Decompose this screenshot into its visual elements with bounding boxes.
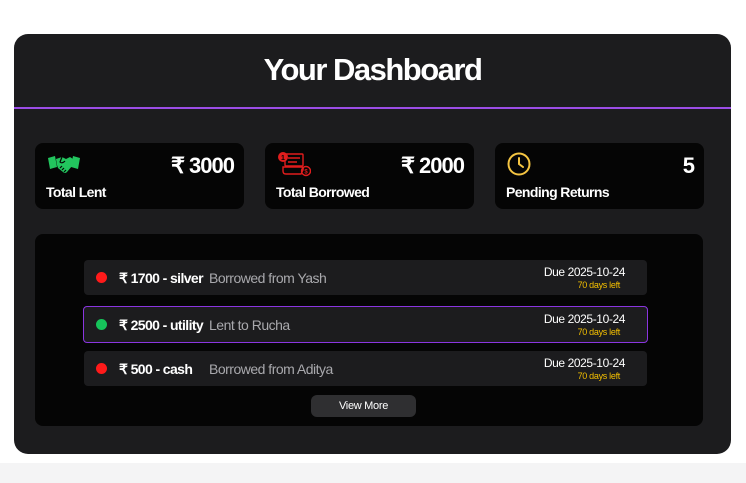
transaction-days-left: 70 days left [577,327,621,337]
pending-returns-label: Pending Returns [506,184,610,200]
page-title: Your Dashboard [263,51,483,87]
transactions-list: ₹ 1700 - silver Borrowed from Yash Due 2… [35,234,703,426]
total-lent-value: ₹ 3000 [170,153,235,178]
transaction-party: Borrowed from Yash [209,270,327,286]
status-dot [96,319,107,330]
view-more-button[interactable]: View More [311,395,416,417]
total-borrowed-value: ₹ 2000 [400,153,465,178]
dashboard-panel: Your Dashboard ₹ 3000 Total Lent 1 $ ₹ 2… [14,34,731,454]
status-dot [96,272,107,283]
total-borrowed-label: Total Borrowed [276,184,370,200]
page-footer-strip [0,463,746,483]
transaction-amount: ₹ 500 - cash [119,361,193,377]
stat-card-total-borrowed: 1 $ ₹ 2000 Total Borrowed [265,143,474,209]
svg-text:1: 1 [281,155,285,162]
stat-card-total-lent: ₹ 3000 Total Lent [35,143,244,209]
total-lent-label: Total Lent [46,184,106,200]
status-dot [96,363,107,374]
stat-card-pending-returns: 5 Pending Returns [495,143,704,209]
pending-returns-value: 5 [682,153,695,178]
transaction-days-left: 70 days left [577,371,621,381]
transaction-row[interactable]: ₹ 1700 - silver Borrowed from Yash Due 2… [84,260,647,295]
clock-icon [507,152,531,176]
handshake-icon [48,156,80,173]
transaction-amount: ₹ 2500 - utility [119,317,204,333]
dashboard-header: Your Dashboard [14,34,731,109]
transaction-due-date: Due 2025-10-24 [543,312,626,326]
transaction-party: Lent to Rucha [209,317,290,333]
transaction-row[interactable]: ₹ 2500 - utility Lent to Rucha Due 2025-… [83,306,648,343]
transaction-amount: ₹ 1700 - silver [119,270,204,286]
transaction-row[interactable]: ₹ 500 - cash Borrowed from Aditya Due 20… [84,351,647,386]
transaction-days-left: 70 days left [577,280,621,290]
transaction-due-date: Due 2025-10-24 [543,265,626,279]
transaction-due-date: Due 2025-10-24 [543,356,626,370]
debt-icon: 1 $ [278,152,311,177]
transaction-party: Borrowed from Aditya [209,361,333,377]
